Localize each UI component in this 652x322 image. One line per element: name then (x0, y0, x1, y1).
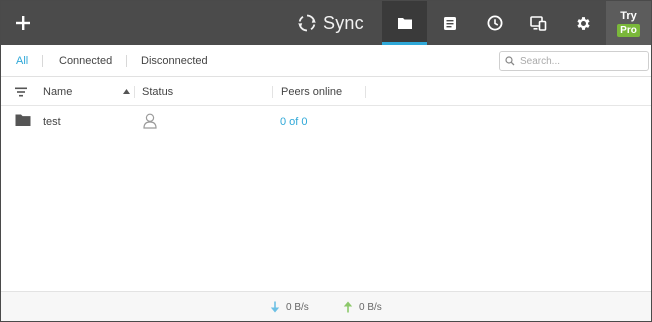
plus-icon (16, 16, 30, 30)
column-header-name[interactable]: Name (43, 78, 72, 106)
user-icon (143, 113, 157, 129)
download-rate-value: 0 B/s (286, 301, 309, 313)
upload-rate-value: 0 B/s (359, 301, 382, 313)
filter-bar: All Connected Disconnected (1, 45, 651, 77)
brand-logo: Sync (297, 1, 364, 45)
add-folder-button[interactable] (1, 1, 45, 45)
sort-filter-icon[interactable] (14, 85, 28, 99)
filter-divider (42, 55, 43, 67)
column-header-peers[interactable]: Peers online (281, 78, 342, 106)
folder-icon (15, 114, 31, 126)
column-divider (365, 86, 366, 98)
clock-icon (487, 15, 502, 31)
nav-history-button[interactable] (472, 1, 517, 45)
search-input[interactable] (520, 53, 640, 69)
nav-folders-button[interactable] (382, 1, 427, 45)
arrow-up-icon (343, 301, 353, 313)
sync-logo-icon (298, 14, 316, 32)
nav-devices-button[interactable] (516, 1, 561, 45)
filter-tab-all[interactable]: All (16, 45, 28, 77)
filter-tab-connected[interactable]: Connected (59, 45, 112, 77)
notes-icon (443, 16, 456, 30)
column-divider (134, 86, 135, 98)
top-toolbar: Sync Try Pro (1, 1, 651, 45)
download-rate: 0 B/s (270, 292, 309, 321)
table-header: Name Status Peers online (1, 78, 651, 106)
table-row[interactable]: test 0 of 0 (1, 107, 651, 137)
upload-rate: 0 B/s (343, 292, 382, 321)
folder-icon (397, 18, 412, 29)
devices-icon (530, 15, 547, 31)
peers-online-link[interactable]: 0 of 0 (280, 107, 308, 137)
brand-name: Sync (323, 12, 364, 33)
pro-badge: Pro (617, 23, 640, 37)
column-header-status[interactable]: Status (142, 78, 173, 106)
filter-divider (126, 55, 127, 67)
gear-icon (577, 16, 590, 30)
folder-name: test (43, 116, 61, 128)
app-window: Sync Try Pro All Connected Disconnected … (0, 0, 652, 322)
try-pro-button[interactable]: Try Pro (606, 1, 651, 45)
filter-tab-disconnected[interactable]: Disconnected (141, 45, 208, 77)
try-label: Try (620, 9, 637, 22)
column-divider (272, 86, 273, 98)
status-bar: 0 B/s 0 B/s (1, 291, 651, 321)
sort-ascending-icon (123, 89, 130, 94)
search-icon (500, 52, 520, 70)
nav-notes-button[interactable] (427, 1, 472, 45)
arrow-down-icon (270, 301, 280, 313)
nav-settings-button[interactable] (561, 1, 606, 45)
search-box (499, 51, 649, 71)
